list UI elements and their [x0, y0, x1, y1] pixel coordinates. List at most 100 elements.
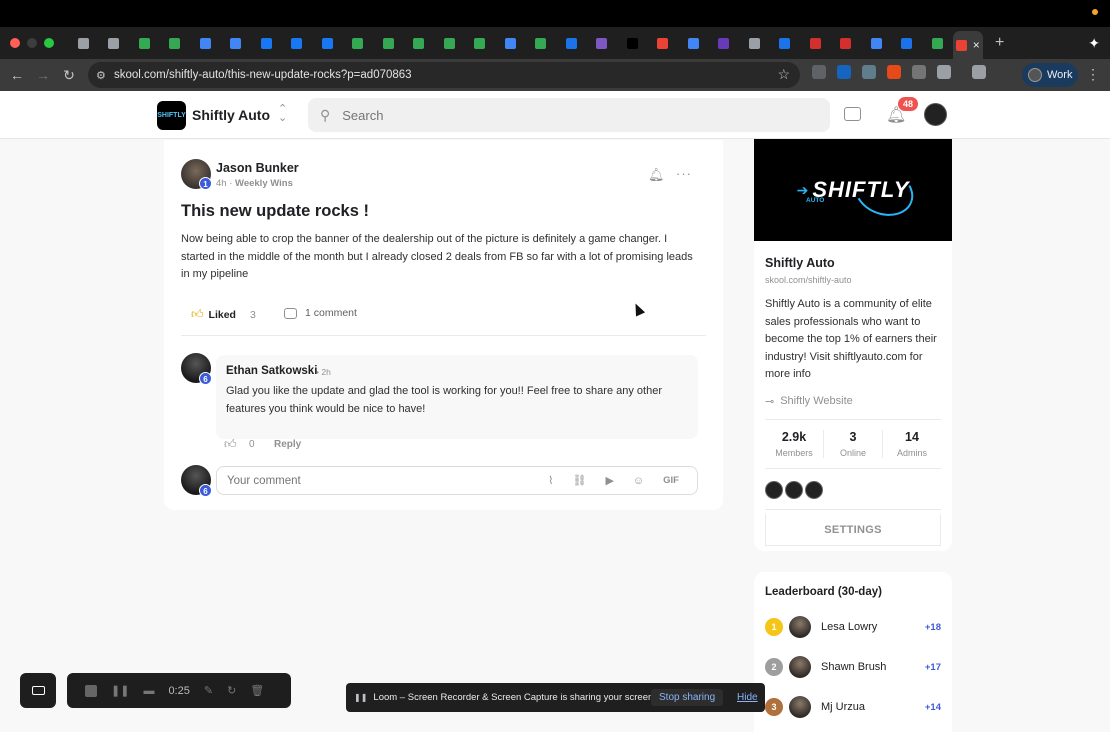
extension-icon[interactable]: [887, 65, 901, 79]
more-options-icon[interactable]: ···: [676, 166, 692, 181]
extension-icon[interactable]: [837, 65, 851, 79]
community-name[interactable]: Shiftly Auto: [192, 107, 270, 123]
trash-icon[interactable]: 🗑︎: [250, 684, 264, 697]
back-icon[interactable]: ←: [4, 67, 30, 83]
browser-tab[interactable]: [343, 30, 374, 56]
attachment-icon[interactable]: ⌇: [548, 474, 553, 487]
leader-name[interactable]: Lesa Lowry: [821, 621, 921, 633]
hide-button[interactable]: Hide: [737, 692, 758, 703]
browser-tab[interactable]: [495, 30, 526, 56]
community-switcher-icon[interactable]: ⌃ ⌄: [278, 104, 287, 124]
extension-icon[interactable]: [862, 65, 876, 79]
browser-tab[interactable]: [617, 30, 648, 56]
draw-icon[interactable]: ✎: [204, 684, 213, 697]
reply-button[interactable]: Reply: [274, 439, 301, 450]
browser-tab[interactable]: [861, 30, 892, 56]
member-avatar[interactable]: [765, 481, 783, 499]
puzzle-icon[interactable]: [937, 65, 951, 79]
address-bar[interactable]: ⚙ skool.com/shiftly-auto/this-new-update…: [88, 62, 800, 88]
stat-online[interactable]: 3 Online: [824, 430, 883, 458]
browser-tab[interactable]: [800, 30, 831, 56]
leader-avatar[interactable]: [789, 696, 811, 718]
browser-tab[interactable]: [526, 30, 557, 56]
loom-camera-button[interactable]: [20, 673, 56, 708]
stop-recording-icon[interactable]: [85, 684, 97, 697]
author-name[interactable]: Jason Bunker: [216, 161, 299, 175]
extension-icon[interactable]: [812, 65, 826, 79]
browser-menu-icon[interactable]: ⋮: [1086, 66, 1100, 83]
post-category[interactable]: Weekly Wins: [235, 178, 293, 189]
commenter-name[interactable]: Ethan Satkowski: [226, 365, 317, 377]
comments-button[interactable]: 1 comment: [284, 307, 357, 319]
chat-icon[interactable]: [844, 107, 861, 121]
user-avatar[interactable]: [924, 103, 947, 126]
browser-tab[interactable]: [678, 30, 709, 56]
search-bar[interactable]: ⚲: [308, 98, 830, 132]
restart-icon[interactable]: ↻: [227, 684, 236, 697]
search-input[interactable]: [342, 107, 783, 123]
member-avatar[interactable]: [805, 481, 823, 499]
stat-members[interactable]: 2.9k Members: [765, 430, 824, 458]
browser-tab[interactable]: [892, 30, 923, 56]
reload-icon[interactable]: ↻: [56, 67, 82, 84]
browser-tab[interactable]: [648, 30, 679, 56]
maximize-window-button[interactable]: [44, 38, 54, 48]
browser-tab[interactable]: [739, 30, 770, 56]
browser-tab[interactable]: [556, 30, 587, 56]
browser-tab[interactable]: [190, 30, 221, 56]
browser-tab[interactable]: [404, 30, 435, 56]
browser-tab[interactable]: [587, 30, 618, 56]
link-icon[interactable]: ⛓︎: [572, 474, 586, 487]
browser-tab[interactable]: [99, 30, 130, 56]
profile-button[interactable]: Work: [1022, 63, 1078, 87]
new-tab-icon[interactable]: +: [995, 34, 1004, 52]
website-link[interactable]: ⊸ Shiftly Website: [765, 395, 853, 408]
pause-icon[interactable]: ❚❚: [111, 684, 129, 697]
emoji-icon[interactable]: ☺: [633, 475, 644, 487]
stop-sharing-button[interactable]: Stop sharing: [651, 689, 724, 706]
leader-name[interactable]: Mj Urzua: [821, 701, 921, 713]
settings-button[interactable]: SETTINGS: [765, 514, 941, 546]
sidepanel-icon[interactable]: [972, 65, 986, 79]
browser-tab[interactable]: [129, 30, 160, 56]
browser-tab[interactable]: [434, 30, 465, 56]
browser-tab[interactable]: [160, 30, 191, 56]
browser-tab[interactable]: ×: [952, 31, 983, 59]
browser-tab[interactable]: [831, 30, 862, 56]
close-window-button[interactable]: [10, 38, 20, 48]
leaderboard-row[interactable]: 2 Shawn Brush +17: [765, 654, 941, 680]
comment-like-icon[interactable]: 👍︎: [224, 437, 237, 452]
comment-input-box[interactable]: ⌇ ⛓︎ ▶ ☺ GIF: [216, 466, 698, 495]
leaderboard-row[interactable]: 1 Lesa Lowry +18: [765, 614, 941, 640]
forward-icon[interactable]: →: [30, 67, 56, 83]
browser-tab[interactable]: [221, 30, 252, 56]
gif-button[interactable]: GIF: [663, 475, 679, 486]
bookmark-star-icon[interactable]: ☆: [777, 66, 790, 83]
minimize-window-button[interactable]: [27, 38, 37, 48]
extension-icon[interactable]: [912, 65, 926, 79]
video-icon[interactable]: ▶: [605, 474, 613, 487]
stat-admins[interactable]: 14 Admins: [883, 430, 941, 458]
browser-tab[interactable]: [373, 30, 404, 56]
browser-tab[interactable]: [68, 30, 99, 56]
leaderboard-row[interactable]: 3 Mj Urzua +14: [765, 694, 941, 720]
like-button[interactable]: 👍︎ Liked: [191, 307, 236, 322]
leader-name[interactable]: Shawn Brush: [821, 661, 921, 673]
browser-tab[interactable]: [922, 30, 953, 56]
browser-tab[interactable]: [465, 30, 496, 56]
browser-tab[interactable]: [770, 30, 801, 56]
leader-avatar[interactable]: [789, 616, 811, 638]
site-info-icon[interactable]: ⚙: [96, 69, 114, 82]
like-count[interactable]: 3: [250, 309, 256, 321]
gemini-icon[interactable]: ✦: [1088, 35, 1100, 52]
browser-tab[interactable]: [282, 30, 313, 56]
browser-tab[interactable]: [312, 30, 343, 56]
comment-input[interactable]: [227, 474, 527, 487]
community-logo[interactable]: SHIFTLY: [157, 101, 186, 130]
browser-tab[interactable]: [709, 30, 740, 56]
follow-bell-icon[interactable]: 🔔︎: [648, 167, 665, 183]
browser-tab[interactable]: [251, 30, 282, 56]
mic-icon[interactable]: ▬: [143, 685, 154, 697]
close-tab-icon[interactable]: ×: [973, 38, 980, 52]
leader-avatar[interactable]: [789, 656, 811, 678]
